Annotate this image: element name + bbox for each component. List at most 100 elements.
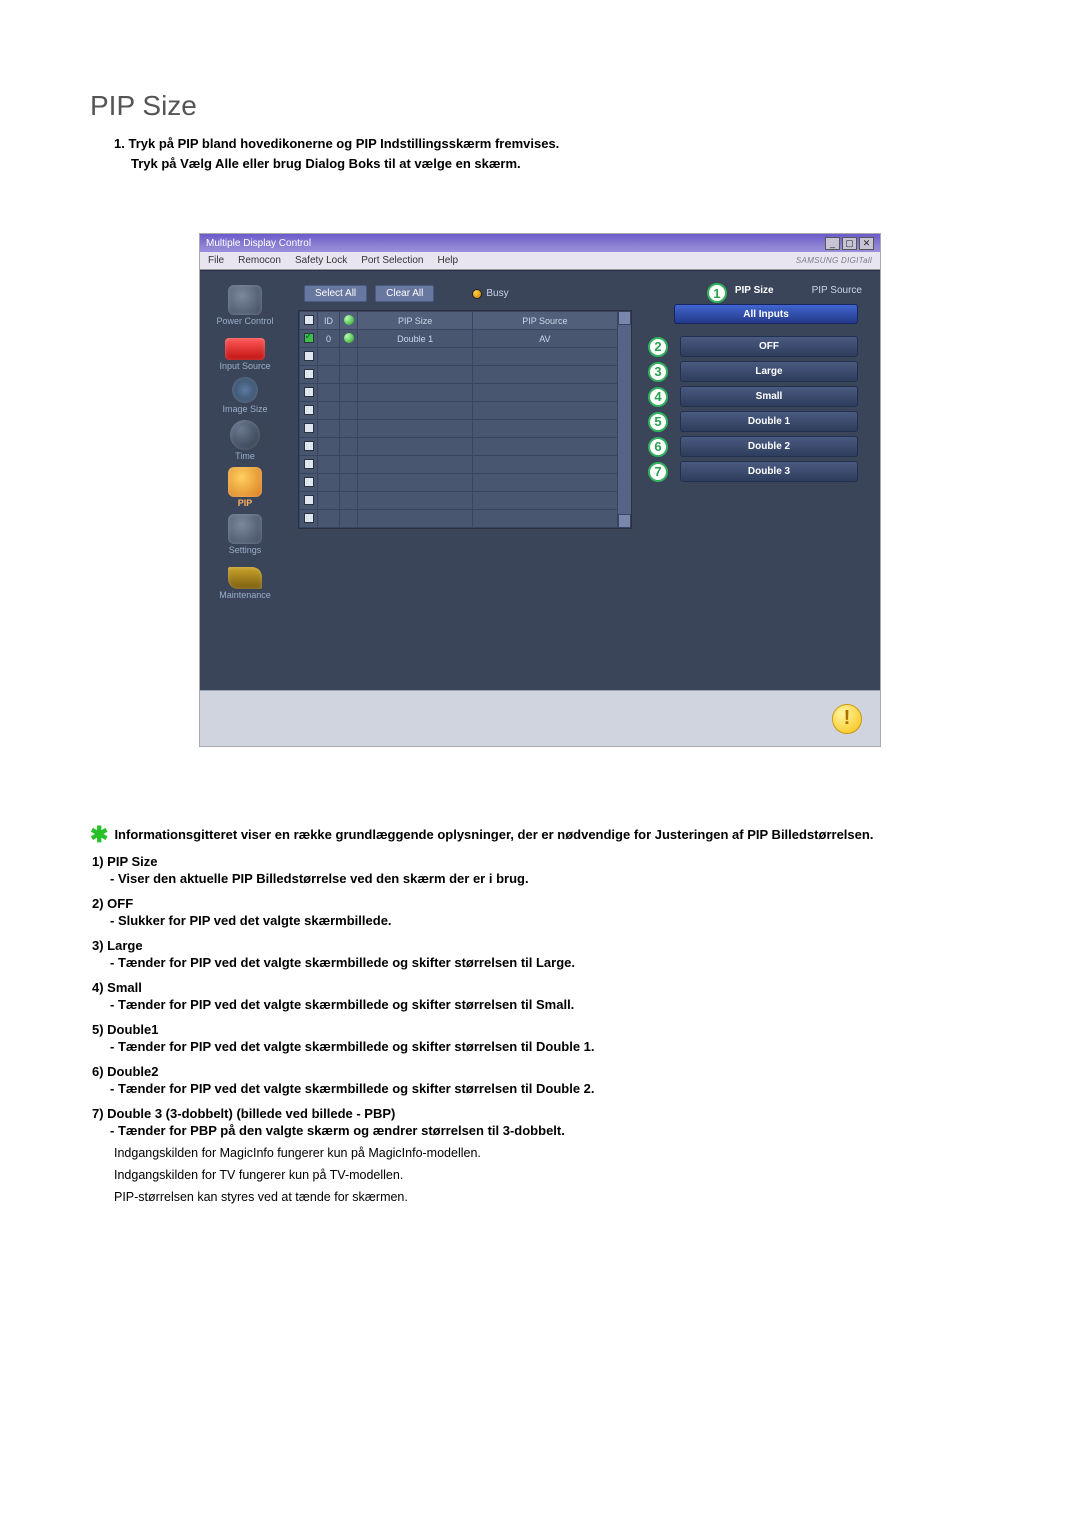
table-row[interactable]	[300, 474, 618, 492]
def-item-3: 3) Large- Tænder for PIP ved det valgte …	[92, 938, 990, 970]
sidebar-item-settings[interactable]: Settings	[208, 514, 282, 555]
table-row[interactable]	[300, 492, 618, 510]
pip-size-panel: 1 PIP Size PIP Source All Inputs 2 OFF 3L…	[640, 285, 870, 690]
table-row[interactable]	[300, 456, 618, 474]
input-icon	[225, 338, 265, 360]
callout-6: 6	[648, 437, 668, 457]
busy-label: Busy	[486, 288, 508, 299]
table-row[interactable]	[300, 384, 618, 402]
settings-icon	[228, 514, 262, 544]
double3-button[interactable]: Double 3	[680, 461, 858, 482]
menu-safety-lock[interactable]: Safety Lock	[295, 255, 347, 266]
close-button[interactable]: ✕	[859, 237, 874, 250]
table-row[interactable]	[300, 438, 618, 456]
double1-button[interactable]: Double 1	[680, 411, 858, 432]
sidebar-item-image-size[interactable]: Image Size	[208, 377, 282, 414]
table-row[interactable]	[300, 402, 618, 420]
intro-line2: Tryk på Vælg Alle eller brug Dialog Boks…	[114, 154, 990, 174]
scrollbar[interactable]	[618, 311, 631, 528]
table-row[interactable]	[300, 348, 618, 366]
double2-button[interactable]: Double 2	[680, 436, 858, 457]
table-row[interactable]	[300, 510, 618, 528]
def-item-2: 2) OFF- Slukker for PIP ved det valgte s…	[92, 896, 990, 928]
callout-4: 4	[648, 387, 668, 407]
info-text: Informationsgitteret viser en række grun…	[114, 826, 873, 844]
plain-note-2: Indgangskilden for TV fungerer kun på TV…	[92, 1168, 990, 1182]
large-button[interactable]: Large	[680, 361, 858, 382]
sidebar-label: Input Source	[208, 361, 282, 371]
intro-item: 1. Tryk på PIP bland hovedikonerne og PI…	[114, 134, 990, 174]
warning-icon: !	[832, 704, 862, 734]
image-size-icon	[232, 377, 258, 403]
col-status	[340, 312, 358, 330]
sidebar-label: Image Size	[208, 404, 282, 414]
plain-note-3: PIP-størrelsen kan styres ved at tænde f…	[92, 1190, 990, 1204]
tab-pip-source[interactable]: PIP Source	[812, 285, 862, 296]
sidebar-label: Time	[208, 451, 282, 461]
def-item-4: 4) Small- Tænder for PIP ved det valgte …	[92, 980, 990, 1012]
clear-all-button[interactable]: Clear All	[375, 285, 434, 302]
col-pip-size: PIP Size	[358, 312, 473, 330]
busy-icon	[472, 289, 482, 299]
select-all-button[interactable]: Select All	[304, 285, 367, 302]
row-id: 0	[318, 330, 340, 348]
def-item-6: 6) Double2- Tænder for PIP ved det valgt…	[92, 1064, 990, 1096]
time-icon	[230, 420, 260, 450]
callout-1: 1	[707, 283, 727, 303]
star-icon: ✱	[90, 828, 108, 842]
table-row[interactable]	[300, 366, 618, 384]
page-title: PIP Size	[90, 90, 990, 122]
sidebar-item-power-control[interactable]: Power Control	[208, 285, 282, 326]
col-id: ID	[318, 312, 340, 330]
scroll-down-icon[interactable]	[618, 514, 631, 528]
table-row[interactable]: 0 Double 1 AV	[300, 330, 618, 348]
col-pip-source: PIP Source	[473, 312, 617, 330]
menu-help[interactable]: Help	[437, 255, 458, 266]
brand-label: SAMSUNG DIGITall	[796, 256, 872, 265]
power-icon	[228, 285, 262, 315]
row-pip-source: AV	[473, 330, 617, 348]
row-checkbox[interactable]	[304, 333, 314, 343]
callout-2: 2	[648, 337, 668, 357]
menu-port-selection[interactable]: Port Selection	[361, 255, 423, 266]
sidebar-item-time[interactable]: Time	[208, 420, 282, 461]
tab-pip-size[interactable]: PIP Size	[735, 285, 774, 296]
sidebar-label: Settings	[208, 545, 282, 555]
sidebar-label: PIP	[208, 498, 282, 508]
sidebar-item-input-source[interactable]: Input Source	[208, 332, 282, 371]
sidebar: Power Control Input Source Image Size Ti…	[200, 271, 290, 690]
maximize-button[interactable]: ▢	[842, 237, 857, 250]
sidebar-item-pip[interactable]: PIP	[208, 467, 282, 508]
col-check[interactable]	[300, 312, 318, 330]
status-bar: !	[200, 690, 880, 746]
callout-5: 5	[648, 412, 668, 432]
sidebar-item-maintenance[interactable]: Maintenance	[208, 561, 282, 600]
def-item-5: 5) Double1- Tænder for PIP ved det valgt…	[92, 1022, 990, 1054]
sidebar-label: Power Control	[208, 316, 282, 326]
app-window: Multiple Display Control _ ▢ ✕ File Remo…	[200, 234, 880, 746]
small-button[interactable]: Small	[680, 386, 858, 407]
intro-num: 1.	[114, 136, 125, 151]
menubar: File Remocon Safety Lock Port Selection …	[200, 252, 880, 270]
window-title: Multiple Display Control	[206, 238, 823, 249]
callout-3: 3	[648, 362, 668, 382]
callout-7: 7	[648, 462, 668, 482]
sidebar-label: Maintenance	[208, 590, 282, 600]
menu-file[interactable]: File	[208, 255, 224, 266]
status-led	[344, 333, 354, 343]
scroll-up-icon[interactable]	[618, 311, 631, 325]
plain-note-1: Indgangskilden for MagicInfo fungerer ku…	[92, 1146, 990, 1160]
table-row[interactable]	[300, 420, 618, 438]
pip-icon	[228, 467, 262, 497]
def-item-7: 7) Double 3 (3-dobbelt) (billede ved bil…	[92, 1106, 990, 1204]
def-item-1: 1) PIP Size- Viser den aktuelle PIP Bill…	[92, 854, 990, 886]
menu-remocon[interactable]: Remocon	[238, 255, 281, 266]
titlebar: Multiple Display Control _ ▢ ✕	[200, 234, 880, 252]
off-button[interactable]: OFF	[680, 336, 858, 357]
display-grid: ID PIP Size PIP Source 0 Double 1 AV	[298, 310, 632, 529]
intro-line1: Tryk på PIP bland hovedikonerne og PIP I…	[128, 136, 559, 151]
all-inputs-label: All Inputs	[674, 304, 858, 324]
minimize-button[interactable]: _	[825, 237, 840, 250]
busy-indicator: Busy	[472, 288, 508, 299]
row-pip-size: Double 1	[358, 330, 473, 348]
